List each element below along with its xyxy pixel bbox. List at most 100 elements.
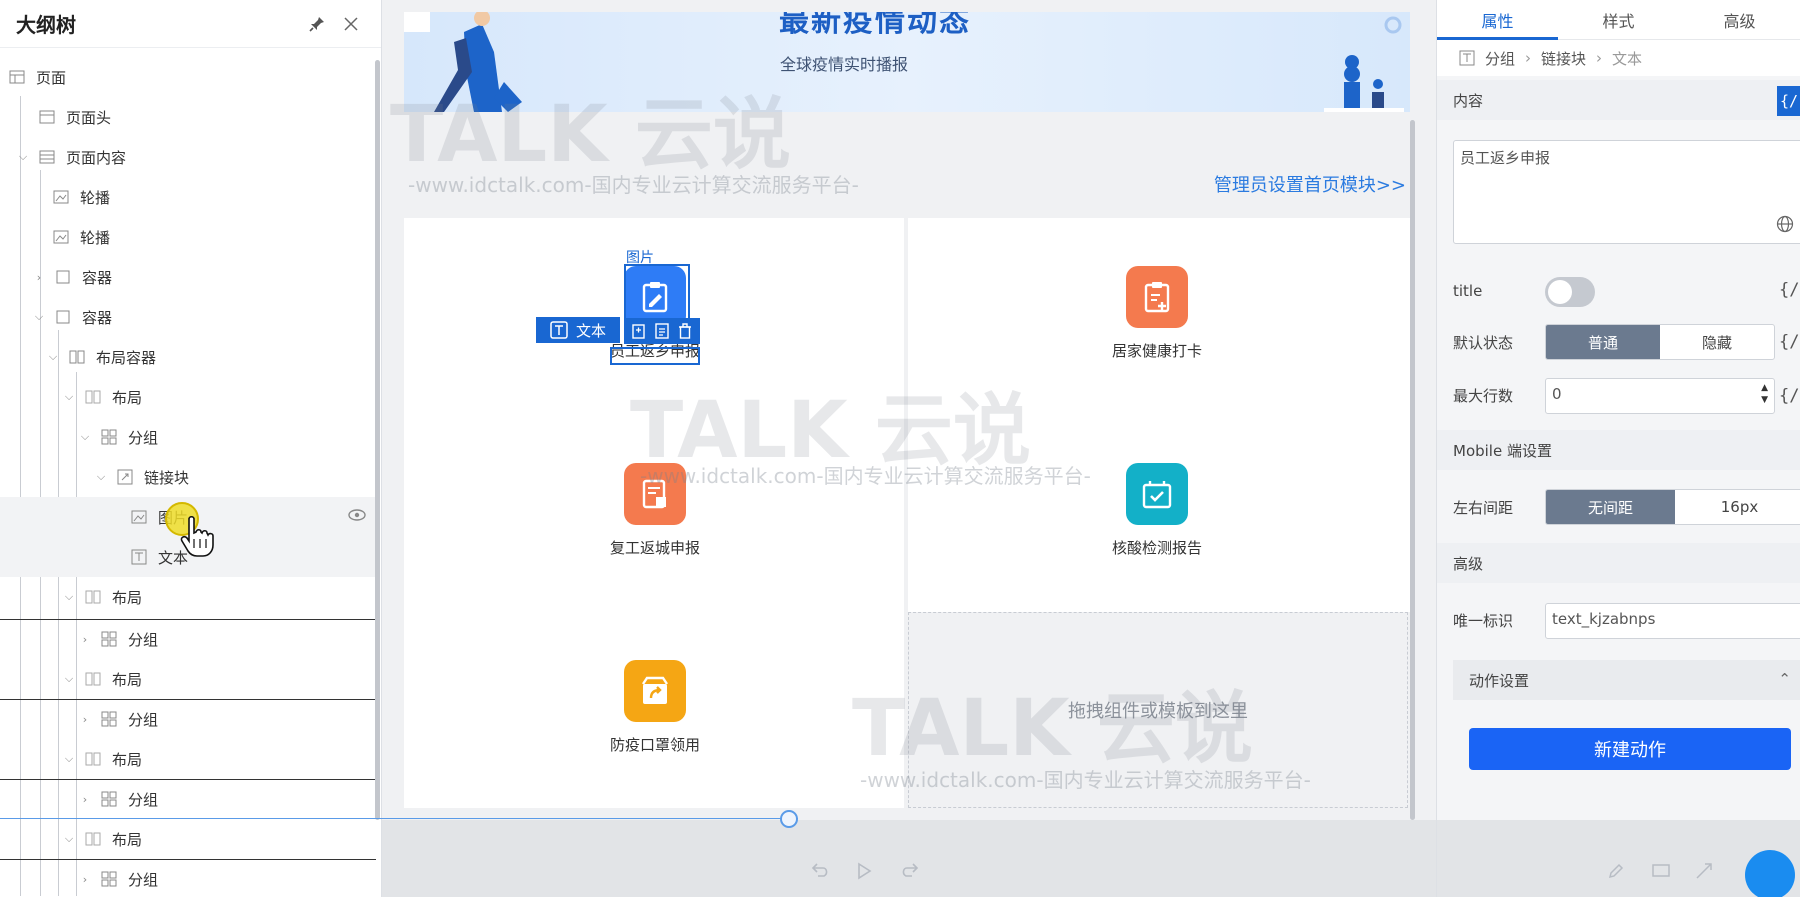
section-advanced[interactable]: 高级 [1437, 543, 1800, 583]
tile-home-health-checkin[interactable]: 居家健康打卡 [1057, 266, 1257, 361]
chevron-down-icon[interactable]: ⌵ [60, 670, 78, 688]
copy-icon[interactable] [631, 322, 647, 340]
chevron-down-icon[interactable]: ⌵ [60, 830, 78, 848]
tree-item-group[interactable]: ⌵ 分组 [0, 417, 376, 457]
code-binding-icon[interactable]: {/ [1779, 332, 1799, 352]
tree-item-container[interactable]: ⌵ 容器 [0, 297, 376, 337]
chevron-right-icon[interactable]: › [76, 870, 94, 888]
undo-icon[interactable] [810, 862, 830, 880]
tree-item-container[interactable]: › 容器 [0, 257, 376, 297]
chevron-down-icon[interactable]: ⌵ [60, 588, 78, 606]
section-mobile[interactable]: Mobile 端设置 [1437, 430, 1800, 470]
canvas-scrollbar[interactable] [1410, 120, 1415, 820]
lr-spacing-segmented: 无间距 16px [1545, 489, 1800, 525]
lr-spacing-row: 左右间距 [1453, 490, 1513, 524]
chevron-right-icon[interactable]: › [76, 790, 94, 808]
pin-icon[interactable] [303, 10, 331, 38]
state-normal-option[interactable]: 普通 [1546, 325, 1660, 359]
code-binding-button[interactable]: {/ [1777, 86, 1800, 116]
tree-item-page-header[interactable]: 页面头 [0, 97, 376, 137]
tree-item-group[interactable]: › 分组 [0, 779, 376, 819]
properties-bottom-bar [1437, 820, 1800, 897]
new-action-button[interactable]: 新建动作 [1469, 728, 1791, 770]
group-icon [100, 871, 118, 887]
text-selection-box [610, 347, 700, 365]
tree-item-group[interactable]: › 分组 [0, 699, 376, 739]
link-block-icon [116, 469, 134, 485]
expand-icon[interactable] [1695, 862, 1713, 880]
outline-title: 大纲树 [16, 13, 76, 37]
chevron-right-icon[interactable]: › [30, 268, 48, 286]
chevron-down-icon[interactable]: ⌵ [60, 750, 78, 768]
text-component-chip[interactable]: 文本 [536, 317, 620, 343]
tree-item-carousel[interactable]: 轮播 [0, 217, 376, 257]
tile-return-to-city[interactable]: 复工返城申报 [555, 463, 755, 558]
help-chat-icon[interactable] [1745, 850, 1795, 897]
chevron-down-icon[interactable]: ⌵ [92, 468, 110, 486]
close-icon[interactable] [337, 10, 365, 38]
group-icon [100, 429, 118, 445]
tree-item-label: 页面 [36, 68, 67, 87]
stepper-arrows-icon[interactable]: ▲ ▼ [1761, 382, 1768, 406]
code-binding-icon[interactable]: {/ [1779, 280, 1799, 300]
chevron-down-icon[interactable]: ⌵ [60, 388, 78, 406]
play-icon[interactable] [856, 862, 872, 880]
content-textarea[interactable]: 员工返乡申报 [1453, 140, 1800, 244]
section-actions[interactable]: 动作设置 ⌃ [1453, 660, 1800, 700]
breadcrumb: 分组 › 链接块 › 文本 [1437, 40, 1800, 76]
tree-item-group[interactable]: › 分组 [0, 859, 376, 897]
tree-item-page[interactable]: 页面 [0, 57, 376, 97]
tree-item-carousel[interactable]: 轮播 [0, 177, 376, 217]
tree-item-page-content[interactable]: ⌵ 页面内容 [0, 137, 376, 177]
max-lines-input[interactable]: 0 ▲ ▼ [1545, 378, 1775, 414]
tile-mask-collection[interactable]: 防疫口罩领用 [555, 660, 755, 755]
state-hidden-option[interactable]: 隐藏 [1660, 325, 1774, 359]
tree-item-link-block[interactable]: ⌵ 链接块 [0, 457, 376, 497]
chevron-down-icon[interactable]: ⌵ [30, 308, 48, 326]
breadcrumb-item[interactable]: 链接块 [1541, 48, 1586, 69]
default-state-row: 默认状态 [1453, 325, 1513, 359]
tab-styles[interactable]: 样式 [1558, 0, 1679, 39]
tree-item-layout-container[interactable]: ⌵ 布局容器 [0, 337, 376, 377]
tree-item-group[interactable]: › 分组 [0, 619, 376, 659]
alignment-guide-handle[interactable] [780, 810, 798, 828]
spacing-none-option[interactable]: 无间距 [1546, 490, 1675, 524]
chevron-down-icon[interactable]: ⌵ [14, 148, 32, 166]
breadcrumb-item[interactable]: 分组 [1485, 48, 1515, 69]
title-toggle[interactable] [1545, 277, 1595, 307]
tree-item-layout[interactable]: ⌵ 布局 [0, 819, 376, 859]
code-binding-icon[interactable]: {/ [1779, 386, 1799, 406]
tree-item-label: 布局 [112, 388, 143, 407]
screen-icon[interactable] [1651, 862, 1671, 880]
tab-properties[interactable]: 属性 [1437, 0, 1558, 40]
spacing-16px-option[interactable]: 16px [1675, 490, 1800, 524]
design-canvas[interactable]: 最新疫情动态 全球疫情实时播报 管理员设置首页模块>> 员工返乡申报 居家健康打… [382, 0, 1436, 897]
unique-id-input[interactable]: text_kjzabnps [1545, 603, 1800, 639]
tile-label: 复工返城申报 [609, 539, 700, 557]
admin-settings-link[interactable]: 管理员设置首页模块>> [1214, 171, 1406, 197]
trash-icon[interactable] [677, 322, 693, 340]
drop-zone[interactable]: 拖拽组件或模板到这里 [908, 612, 1408, 808]
duplicate-icon[interactable] [654, 322, 670, 340]
tree-item-label: 页面内容 [66, 148, 127, 167]
chevron-down-icon[interactable]: ⌵ [44, 348, 62, 366]
pencil-icon[interactable] [1607, 862, 1625, 880]
outline-header: 大纲树 [0, 0, 381, 48]
eye-icon[interactable] [348, 508, 366, 526]
chevron-right-icon[interactable]: › [76, 710, 94, 728]
layout-icon [84, 751, 102, 767]
banner-image[interactable]: 最新疫情动态 全球疫情实时播报 [404, 12, 1410, 112]
chevron-up-icon[interactable]: ⌃ [1778, 670, 1791, 688]
tree-item-layout[interactable]: ⌵ 布局 [0, 377, 376, 417]
chevron-right-icon[interactable]: › [76, 630, 94, 648]
tree-item-layout[interactable]: ⌵ 布局 [0, 739, 376, 779]
globe-icon[interactable] [1776, 215, 1794, 233]
unique-id-row: 唯一标识 [1453, 603, 1513, 637]
tree-item-layout[interactable]: ⌵ 布局 [0, 577, 376, 617]
redo-icon[interactable] [900, 862, 920, 880]
outline-scrollbar[interactable] [375, 60, 380, 820]
chevron-down-icon[interactable]: ⌵ [76, 428, 94, 446]
tree-item-layout[interactable]: ⌵ 布局 [0, 659, 376, 699]
tile-nucleic-test-report[interactable]: 核酸检测报告 [1057, 463, 1257, 558]
tab-advanced[interactable]: 高级 [1679, 0, 1800, 39]
